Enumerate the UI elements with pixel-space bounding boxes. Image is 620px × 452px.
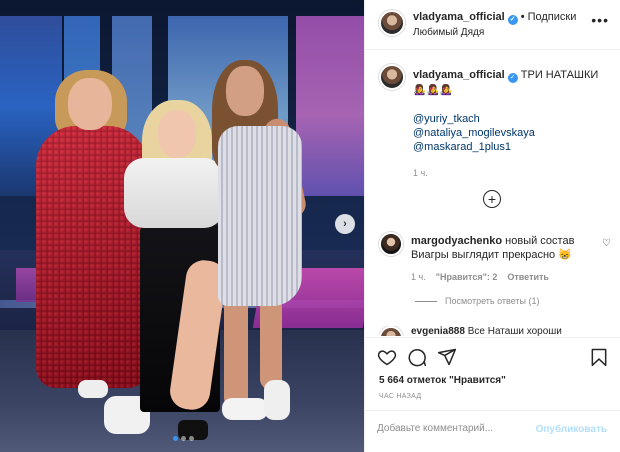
caption-mentions: @yuriy_tkach @nataliya_mogilevskaya @mas… bbox=[413, 112, 613, 154]
author-avatar[interactable] bbox=[379, 64, 405, 90]
post-side-panel: vladyama_official ✓ • Подписки Любимый Дядя… bbox=[364, 0, 620, 452]
reply-button[interactable]: Ответить bbox=[507, 272, 549, 282]
person-middle-face bbox=[158, 110, 196, 158]
person-left-shoe bbox=[78, 380, 108, 398]
comment-likes[interactable]: "Нравится": 2 bbox=[436, 272, 498, 282]
verified-icon: ✓ bbox=[507, 15, 518, 25]
likes-count[interactable]: 5 664 отметок "Нравится" bbox=[379, 375, 506, 386]
view-replies-label[interactable]: Посмотреть ответы (1) bbox=[445, 296, 540, 306]
carousel-dots bbox=[173, 436, 194, 441]
add-comment-bar: Опубликовать bbox=[365, 410, 620, 452]
next-photo-icon[interactable]: › bbox=[335, 214, 355, 234]
comment-body: margodyachenko новый состав Виагры выгля… bbox=[411, 234, 597, 262]
person-right-shoe bbox=[264, 380, 290, 420]
person-middle-blouse bbox=[124, 158, 224, 228]
author-avatar[interactable] bbox=[379, 10, 405, 36]
comment-text: Все Наташи хороши bbox=[467, 326, 562, 336]
heart-icon[interactable] bbox=[377, 347, 397, 367]
view-replies[interactable]: Посмотреть ответы (1) bbox=[415, 296, 540, 306]
bookmark-icon[interactable] bbox=[589, 347, 609, 367]
caption-username[interactable]: vladyama_official bbox=[413, 69, 505, 81]
comment-meta: 1 ч. "Нравится": 2 Ответить bbox=[411, 272, 549, 282]
share-icon[interactable] bbox=[437, 347, 457, 367]
comment-time[interactable]: 1 ч. bbox=[411, 272, 426, 282]
following-button[interactable]: Подписки bbox=[528, 11, 577, 23]
comment-input[interactable] bbox=[377, 423, 537, 434]
person-right-fringe-dress bbox=[218, 126, 302, 306]
author-line: vladyama_official ✓ • Подписки bbox=[413, 11, 576, 25]
mention-link[interactable]: @yuriy_tkach bbox=[413, 112, 613, 126]
post-actions: 5 664 отметок "Нравится" ЧАС НАЗАД bbox=[365, 337, 620, 407]
comment-icon[interactable] bbox=[407, 347, 427, 367]
posted-ago[interactable]: ЧАС НАЗАД bbox=[379, 393, 421, 400]
verified-icon: ✓ bbox=[507, 73, 518, 83]
person-left-face bbox=[68, 78, 112, 130]
person-right-leg bbox=[224, 290, 248, 410]
caption-time[interactable]: 1 ч. bbox=[413, 166, 613, 180]
post-header: vladyama_official ✓ • Подписки Любимый Дядя… bbox=[365, 0, 620, 50]
carousel-dot-active bbox=[173, 436, 178, 441]
comment-username[interactable]: margodyachenko bbox=[411, 235, 502, 247]
commenter-avatar[interactable] bbox=[379, 326, 403, 336]
comment-heart-icon[interactable]: ♡ bbox=[602, 238, 611, 249]
person-right-shoe bbox=[222, 398, 268, 420]
author-username[interactable]: vladyama_official bbox=[413, 11, 505, 23]
post-subtitle[interactable]: Любимый Дядя bbox=[413, 27, 484, 38]
comment-emoji: 😸 bbox=[558, 249, 572, 261]
stage-screen bbox=[296, 16, 364, 196]
caption-body: vladyama_official ✓ ТРИ НАТАШКИ 👩‍🎤👩‍🎤👩‍🎤… bbox=[413, 68, 613, 180]
separator-dot: • bbox=[520, 11, 525, 23]
carousel-dot bbox=[181, 436, 186, 441]
replies-line bbox=[415, 300, 437, 302]
person-right-face bbox=[226, 66, 264, 116]
plus-circle-icon[interactable]: + bbox=[483, 190, 501, 208]
publish-button[interactable]: Опубликовать bbox=[536, 424, 607, 435]
commenter-avatar[interactable] bbox=[379, 232, 403, 256]
caption-text: ТРИ НАТАШКИ bbox=[520, 69, 599, 81]
mention-link[interactable]: @maskarad_1plus1 bbox=[413, 140, 613, 154]
post-photo[interactable]: › bbox=[0, 0, 364, 452]
carousel-dot bbox=[189, 436, 194, 441]
comment-item: еvgeniа888 Все Наташи хороши bbox=[379, 326, 611, 336]
more-icon[interactable]: ••• bbox=[591, 12, 609, 28]
comment-username[interactable]: еvgeniа888 bbox=[411, 326, 465, 336]
caption-emojis: 👩‍🎤👩‍🎤👩‍🎤 bbox=[413, 85, 454, 96]
comment-body: еvgeniа888 Все Наташи хороши bbox=[411, 326, 562, 336]
mention-link[interactable]: @nataliya_mogilevskaya bbox=[413, 126, 613, 140]
